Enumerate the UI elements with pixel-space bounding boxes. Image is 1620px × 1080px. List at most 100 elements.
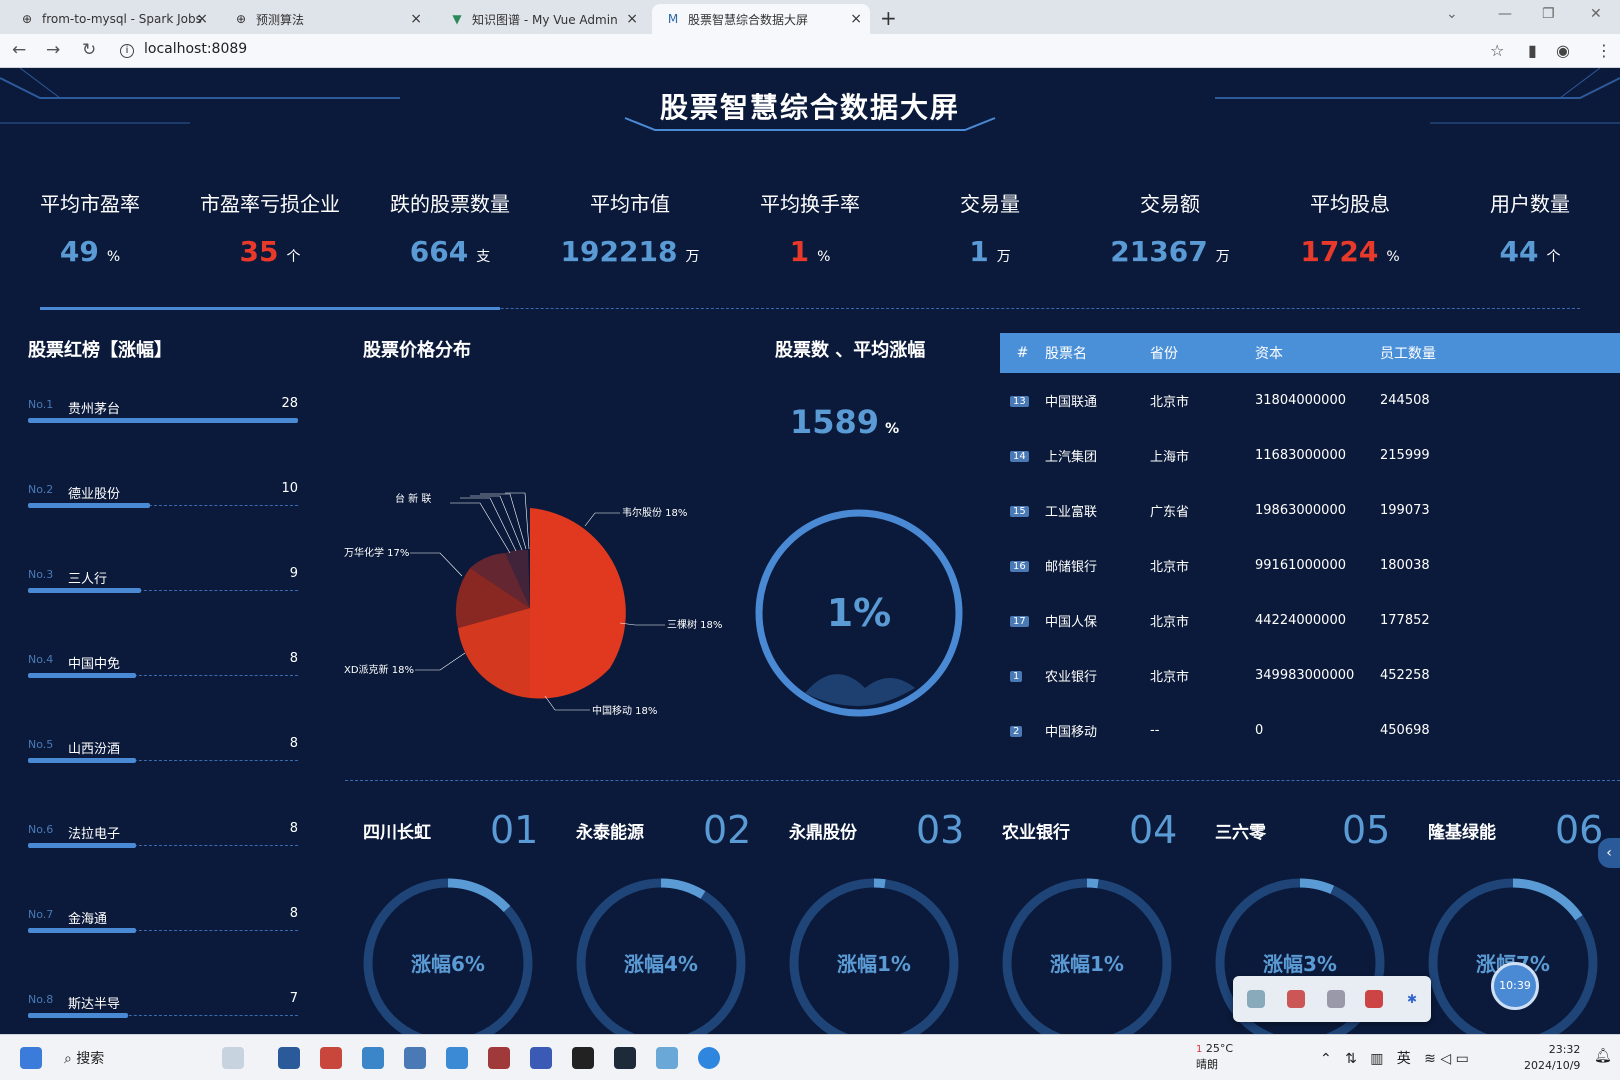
network-icon[interactable]: ⇅: [1345, 1051, 1357, 1067]
stock-name: 隆基绿能: [1428, 823, 1496, 843]
province-cell: 北京市: [1150, 615, 1190, 630]
browser-tab[interactable]: ▼ 知识图谱 - My Vue Admin ×: [436, 4, 646, 34]
browser-tab-active[interactable]: M 股票智慧综合数据大屏 ×: [652, 4, 870, 34]
browser-tab[interactable]: ⊕ from-to-mysql - Spark Jobs ×: [6, 4, 216, 34]
pie-label-weier: 韦尔股份 18%: [622, 506, 687, 519]
start-icon[interactable]: [20, 1047, 42, 1069]
pie-label-sankeshu: 三棵树 18%: [667, 618, 722, 631]
wifi-icon[interactable]: ≋: [1424, 1051, 1436, 1067]
terminal-icon[interactable]: [614, 1047, 636, 1069]
list-item[interactable]: No.6 法拉电子 8: [28, 821, 298, 903]
weather-badge: 1: [1196, 1044, 1203, 1055]
list-item[interactable]: No.2 德业股份 10: [28, 481, 298, 563]
list-item[interactable]: No.1 贵州茅台 28: [28, 396, 298, 478]
stock-count-unit: %: [885, 421, 900, 437]
staff-cell: 452258: [1380, 668, 1430, 683]
sidebar-icon[interactable]: ▮: [1528, 41, 1537, 60]
app-icon[interactable]: [656, 1047, 678, 1069]
list-item[interactable]: No.4 中国中免 8: [28, 651, 298, 733]
province-cell: 上海市: [1150, 450, 1190, 465]
browser-tab[interactable]: ⊕ 预测算法 ×: [220, 4, 430, 34]
tab-title: from-to-mysql - Spark Jobs: [42, 12, 202, 26]
table-row[interactable]: 16 邮储银行 北京市 99161000000 180038: [1000, 538, 1620, 593]
stat-card: 平均市值 192218 万: [540, 188, 720, 268]
back-icon[interactable]: ←: [12, 40, 26, 60]
stat-value: 49%: [0, 235, 180, 268]
tray-app-icon[interactable]: [1327, 990, 1345, 1008]
list-item[interactable]: No.5 山西汾酒 8: [28, 736, 298, 818]
change-label: 涨幅1%: [1050, 952, 1124, 976]
new-tab-button[interactable]: +: [880, 6, 897, 30]
forward-icon[interactable]: →: [46, 40, 60, 60]
stat-unit: %: [1386, 249, 1400, 265]
table-row[interactable]: 15 工业富联 广东省 19863000000 199073: [1000, 483, 1620, 538]
menu-icon[interactable]: ⋮: [1596, 41, 1612, 60]
app-icon[interactable]: [530, 1047, 552, 1069]
stat-value: 1724%: [1260, 235, 1440, 268]
table-row[interactable]: 14 上汽集团 上海市 11683000000 215999: [1000, 428, 1620, 483]
globe-icon: ⊕: [235, 12, 247, 26]
close-icon[interactable]: ×: [196, 11, 208, 27]
tray-app-icon[interactable]: [1287, 990, 1305, 1008]
weather-widget[interactable]: 1 25°C 晴朗: [1196, 1041, 1233, 1072]
col-rank[interactable]: #: [1000, 345, 1045, 361]
minimize-button[interactable]: —: [1498, 6, 1512, 22]
info-icon[interactable]: i: [120, 44, 134, 58]
app-icon[interactable]: [488, 1047, 510, 1069]
address-field[interactable]: i localhost:8089: [120, 41, 247, 58]
progress-bar: [28, 758, 136, 763]
col-capital[interactable]: 资本: [1255, 343, 1380, 363]
stock-name: 山西汾酒: [68, 742, 121, 757]
list-item[interactable]: No.8 斯达半导 7: [28, 991, 298, 1034]
restore-button[interactable]: ❐: [1542, 6, 1555, 22]
widget-icon[interactable]: [222, 1047, 244, 1069]
circle-stock-card: 永鼎股份 03 涨幅1%: [771, 808, 984, 1034]
taskbar-search[interactable]: ⌕ 搜索: [64, 1048, 104, 1068]
table-row[interactable]: 17 中国人保 北京市 44224000000 177852: [1000, 593, 1620, 648]
chart-icon[interactable]: ▥: [1370, 1051, 1383, 1067]
star-icon[interactable]: ☆: [1490, 41, 1504, 60]
close-icon[interactable]: ×: [626, 11, 638, 27]
name-cell: 中国联通: [1045, 395, 1098, 410]
col-province[interactable]: 省份: [1150, 343, 1255, 363]
table-row[interactable]: 1 农业银行 北京市 349983000000 452258: [1000, 648, 1620, 703]
battery-icon[interactable]: ▭: [1456, 1051, 1469, 1067]
stock-count: 8: [289, 821, 298, 836]
chevron-up-icon[interactable]: ⌃: [1320, 1051, 1332, 1067]
ime-indicator[interactable]: 英: [1397, 1051, 1411, 1067]
close-icon[interactable]: ×: [850, 11, 862, 27]
browser-icon[interactable]: [698, 1047, 720, 1069]
rank-badge: 16: [1010, 561, 1029, 572]
col-name[interactable]: 股票名: [1045, 343, 1150, 363]
stock-name: 德业股份: [68, 487, 121, 502]
list-item[interactable]: No.7 金海通 8: [28, 906, 298, 988]
chevron-left-icon[interactable]: ‹: [1598, 838, 1620, 868]
tray-app-icon[interactable]: [1365, 990, 1383, 1008]
close-icon[interactable]: ×: [410, 11, 422, 27]
col-staff[interactable]: 员工数量: [1380, 343, 1500, 363]
intellij-icon[interactable]: [572, 1047, 594, 1069]
app-icon[interactable]: [320, 1047, 342, 1069]
volume-icon[interactable]: ◁: [1440, 1051, 1451, 1067]
bluetooth-icon[interactable]: ✱: [1403, 990, 1421, 1008]
stock-index: 05: [1342, 808, 1391, 852]
profile-icon[interactable]: ◉: [1556, 41, 1570, 60]
tray-app-icon[interactable]: [1247, 990, 1265, 1008]
app-icon[interactable]: [404, 1047, 426, 1069]
list-item[interactable]: No.3 三人行 9: [28, 566, 298, 648]
pie-slice-main: [530, 508, 626, 699]
stat-number: 21367: [1110, 235, 1208, 268]
stat-card: 市盈率亏损企业 35 个: [180, 188, 360, 268]
taskbar-clock[interactable]: 23:32 2024/10/9: [1524, 1042, 1580, 1074]
chevron-down-icon[interactable]: ⌄: [1446, 6, 1458, 22]
table-row[interactable]: 13 中国联通 北京市 31804000000 244508: [1000, 373, 1620, 428]
table-row[interactable]: 2 中国移动 -- 0 450698: [1000, 703, 1620, 758]
floating-clock[interactable]: 10:39: [1491, 962, 1539, 1010]
reload-icon[interactable]: ↻: [82, 40, 96, 60]
system-tray: ⌃ ⇅ ▥ 英 ≋ ◁ ▭: [1320, 1048, 1469, 1068]
app-icon[interactable]: [446, 1047, 468, 1069]
close-window-button[interactable]: ✕: [1590, 6, 1602, 22]
app-icon[interactable]: [278, 1047, 300, 1069]
bell-icon[interactable]: 🔔︎: [1594, 1048, 1612, 1064]
app-icon[interactable]: [362, 1047, 384, 1069]
